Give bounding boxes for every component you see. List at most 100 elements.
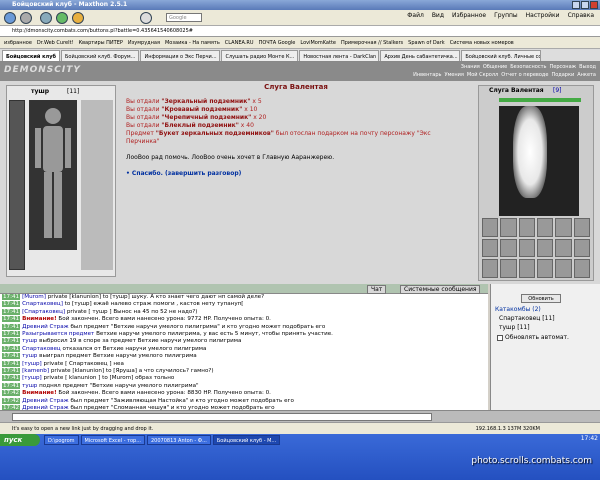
tab-bar: Бойцовский клуб Бойцовский клуб. Форум..… [0,49,600,62]
watermark: photo.scrolls.combats.com [471,456,592,466]
minimize-button[interactable] [572,1,580,9]
game-submenu-item[interactable]: Умения [444,72,463,78]
tab-info[interactable]: Информация о Экс Перчи... [140,50,221,61]
bookmark[interactable]: Примерочная // Stalkers [341,37,403,48]
chat-author[interactable]: [Спартаковец] [22,309,65,315]
chat-message: выбросил 19 в споре за предмет Ветхие на… [37,338,242,345]
npc-ghost-figure [513,106,547,198]
maximize-button[interactable] [581,1,589,9]
chat-author[interactable]: [Murom] [22,294,46,300]
tab-forum[interactable]: Бойцовский клуб. Форум... [60,50,140,61]
bookmark[interactable]: Квартиры ПИТЕР [79,37,123,48]
player-avatar [29,100,77,250]
game-menu-item[interactable]: Общение [483,64,507,70]
chat-line: 17:41 [kamenb] private [klanunion] to [Яр… [0,368,488,375]
search-input[interactable]: Google [166,13,202,22]
chat-author[interactable]: тушр [22,353,37,359]
dialog-line: Вы отдали "Черепичный подземник" x 20 [126,114,267,121]
chat-log: 17:41 [Murom] private [klanunion] to [туш… [0,294,488,410]
menu-item[interactable]: Вид [432,12,444,19]
dialog-reply-link[interactable]: • Спасибо. (завершить разговор) [126,170,466,178]
npc-level: [9] [553,87,562,94]
equipment-slots-left[interactable] [9,100,25,270]
chat-timestamp: 17:41 [2,375,21,382]
tab-system-messages[interactable]: Системные сообщения [400,285,481,294]
task-item[interactable]: 20070813 Anton - Ф... [147,435,211,445]
chat-line: 17:42 Внимание! Бой закончен. Всего вами … [0,390,488,397]
bookmark[interactable]: Система новых номеров [450,37,514,48]
bookmark[interactable]: LoviMomKatte [300,37,336,48]
bookmark[interactable]: CLANEA.RU [225,37,254,48]
bookmark[interactable]: Dr.Web CureIt! [37,37,74,48]
equipment-slots-right[interactable] [81,100,113,270]
tab-archive[interactable]: Архив День сабантетичка... [380,50,461,61]
chat-message: Бой закончен. Всего вами нанесено урона:… [56,316,271,323]
start-button[interactable]: пуск [0,434,40,446]
game-submenu-item[interactable]: Мой Скролл [467,72,498,78]
back-icon[interactable] [4,12,16,24]
address-bar[interactable]: http://dmonscity.combats.com/buttons.pl?… [0,26,600,37]
tab-fightclub[interactable]: Бойцовский клуб [2,50,60,61]
bookmark[interactable]: Spawn of Dark [408,37,445,48]
chat-author[interactable]: Спартаковец [22,346,61,352]
refresh-icon[interactable] [56,12,68,24]
chat-author[interactable]: тушр [22,338,37,344]
task-item[interactable]: Бойцовский клуб - M... [212,435,281,445]
menu-item[interactable]: Группы [494,12,518,19]
menu-bar: Файл Вид Избранное Группы Настройки Спра… [407,12,594,19]
dialog-line: Вы отдали "Блеклый подземник" x 40 [126,122,254,129]
tab-messages[interactable]: Бойцовский клуб. Личные сооб... [461,50,542,61]
search-engine-icon[interactable] [140,12,152,24]
game-submenu-item[interactable]: Подарки [551,72,574,78]
bookmark[interactable]: ПОЧТА Google [259,37,296,48]
task-item[interactable]: D:\pogrom [44,435,79,445]
game-menu-item[interactable]: Безопасность [510,64,546,70]
chat-input[interactable] [12,413,432,421]
game-submenu-item[interactable]: Инвентарь [413,72,441,78]
refresh-button[interactable]: Обновить [521,294,561,303]
bookmarks-bar: избранное Dr.Web CureIt! Квартиры ПИТЕР … [0,37,600,49]
game-header: DEMONSCITY Знания Общение Безопасность П… [0,62,600,81]
chat-author[interactable]: [тушр] [22,361,42,367]
chat-author[interactable]: тушр [22,383,37,389]
close-button[interactable] [590,1,598,9]
game-menu-item[interactable]: Персонаж [549,64,576,70]
tab-radio[interactable]: Слушать радио Монте К... [221,50,299,61]
forward-icon[interactable] [20,12,32,24]
menu-item[interactable]: Справка [568,12,594,19]
chat-author[interactable]: Древний Страж [22,324,69,330]
chat-author[interactable]: Спартаковец] [22,301,63,307]
game-submenu-item[interactable]: Анкета [577,72,596,78]
home-icon[interactable] [72,12,84,24]
chat-line: 17:41 Внимание! Бой закончен. Всего вами … [0,316,488,323]
chat-author[interactable]: [kamenb] [22,368,49,374]
chat-author[interactable]: Внимание! [22,316,57,322]
stop-icon[interactable] [40,12,52,24]
player-name[interactable]: тушр [31,88,49,95]
tab-news[interactable]: Новостная лента - DarkClan [299,50,380,61]
chat-message: Бой закончен. Всего вами нанесено урона:… [56,390,271,397]
member-item[interactable]: Спартаковец [11] [499,315,555,322]
game-submenu-item[interactable]: Отчет о переводе [501,72,548,78]
menu-item[interactable]: Настройки [526,12,560,19]
chat-author[interactable]: [тушр] [22,375,42,381]
auto-update-checkbox[interactable]: Обновлять автомат. [497,334,569,341]
menu-item[interactable]: Файл [407,12,424,19]
game-menu-item[interactable]: Знания [461,64,480,70]
dialog-line: Вы отдали "Зеркальный подземник" x 5 [126,98,262,105]
bookmark[interactable]: избранное [4,37,32,48]
chat-author[interactable]: Внимание! [22,390,57,396]
chat-author[interactable]: Древний Страж [22,398,69,404]
chat-line: 17:41 [тушр] private [ klanunion ] to [Mu… [0,375,488,382]
menu-item[interactable]: Избранное [452,12,486,19]
chat-message: private [ тушр ] Вынос на 45 по 52 не на… [65,308,198,315]
chat-author[interactable]: Разыгрывается предмет [22,331,94,337]
game-menu-item[interactable]: Выход [579,64,596,70]
chat-timestamp: 17:41 [2,360,21,367]
task-item[interactable]: Microsoft Excel - тор... [80,435,145,445]
tab-chat[interactable]: Чат [367,285,387,294]
chat-line: 17:41 [Murom] private [klanunion] to [туш… [0,294,488,301]
bookmark[interactable]: Изумрудная [128,37,160,48]
bookmark[interactable]: Мозаика - На память [165,37,220,48]
member-item[interactable]: тушр [11] [499,324,530,331]
